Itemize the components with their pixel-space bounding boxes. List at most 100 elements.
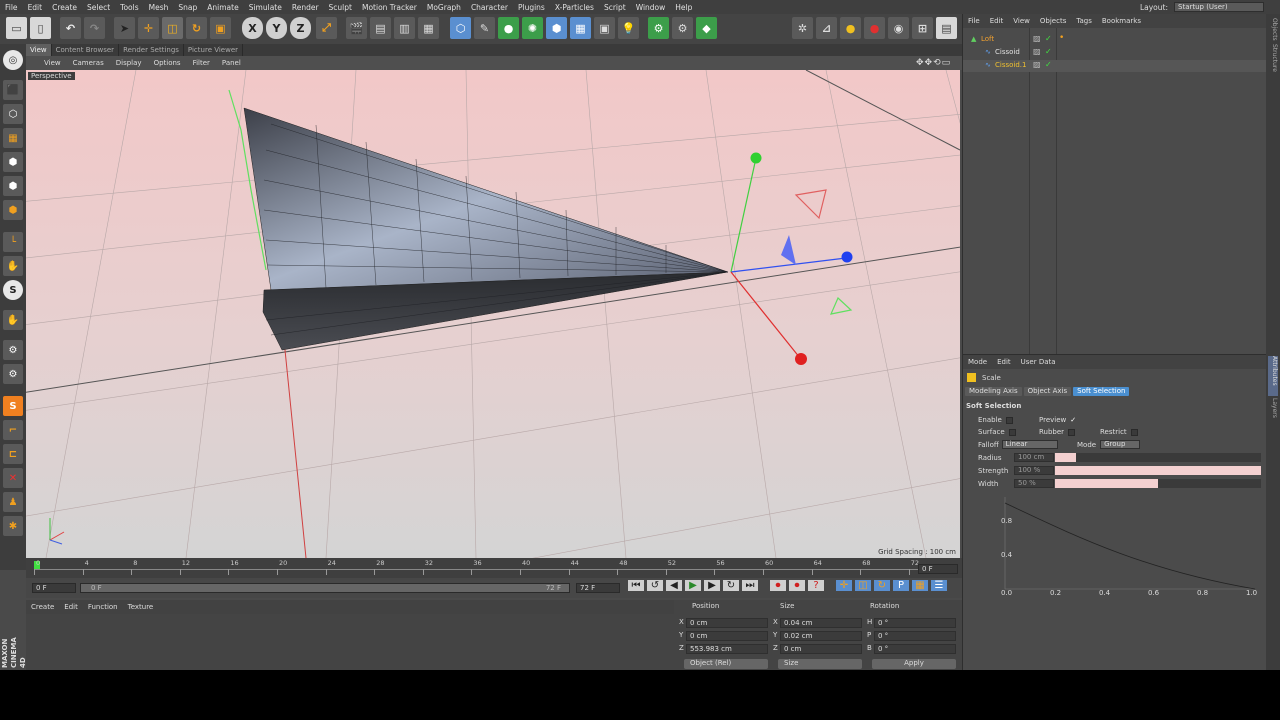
object-name[interactable]: Loft [981, 35, 994, 43]
viewport-menu-cameras[interactable]: Cameras [67, 59, 110, 67]
animation-mode-icon[interactable]: ⚙ [3, 364, 23, 384]
layout-select[interactable]: Startup (User) [1174, 2, 1264, 12]
tag-icon[interactable]: • [1059, 33, 1064, 43]
coord-size-x-field[interactable]: 0.04 cm [780, 618, 862, 628]
strength-slider[interactable] [1055, 466, 1261, 475]
make-editable-icon[interactable]: ◎ [3, 50, 23, 70]
live-select-icon[interactable]: ▣ [210, 17, 231, 39]
object-row[interactable]: ∿ Cissoid ▨ ✓ [963, 47, 1267, 59]
camera-icon[interactable]: ▣ [594, 17, 615, 39]
coord-size-z-field[interactable]: 0 cm [780, 644, 862, 654]
layout-switch-icon[interactable]: ▤ [936, 17, 957, 39]
menu-file[interactable]: File [0, 3, 23, 12]
visibility-icon[interactable]: ▨ [1033, 47, 1041, 56]
edges-mode-icon[interactable]: ⬢ [3, 176, 23, 196]
object-menu-objects[interactable]: Objects [1035, 17, 1071, 25]
tab-picture-viewer[interactable]: Picture Viewer [184, 44, 244, 56]
menu-window[interactable]: Window [631, 3, 671, 12]
object-name[interactable]: Cissoid.1 [995, 61, 1026, 69]
snap-icon[interactable]: ✲ [792, 17, 813, 39]
coord-position-z-field[interactable]: 553.983 cm [686, 644, 768, 654]
menu-render[interactable]: Render [287, 3, 324, 12]
polygons-mode-icon[interactable]: ⬢ [3, 200, 23, 220]
enable-checkbox[interactable] [1005, 416, 1013, 424]
object-menu-file[interactable]: File [963, 17, 985, 25]
menu-character[interactable]: Character [466, 3, 513, 12]
coord-position-y-field[interactable]: 0 cm [686, 631, 768, 641]
viewport-menu-options[interactable]: Options [148, 59, 187, 67]
timeline-layout-icon[interactable]: ☰ [931, 580, 947, 591]
menu-mesh[interactable]: Mesh [144, 3, 174, 12]
array-generator-icon[interactable]: ✺ [522, 17, 543, 39]
attr-menu-user-data[interactable]: User Data [1016, 358, 1061, 366]
object-menu-bookmarks[interactable]: Bookmarks [1097, 17, 1146, 25]
attr-tab-object-axis[interactable]: Object Axis [1023, 387, 1072, 396]
enable-check-icon[interactable]: ✓ [1045, 47, 1052, 56]
viewport-solo-icon[interactable]: ⌐ [3, 420, 23, 440]
solo-mode-icon[interactable]: S [3, 396, 23, 416]
structure-tab[interactable]: Structure [1268, 44, 1278, 104]
visibility-icon[interactable]: ▨ [1033, 60, 1041, 69]
enable-check-icon[interactable]: ✓ [1045, 60, 1052, 69]
coord-size-y-field[interactable]: 0.02 cm [780, 631, 862, 641]
record-key-icon[interactable]: ⏺ [770, 580, 786, 591]
end-frame-field[interactable]: 72 F [576, 583, 620, 593]
scale-tool-icon[interactable]: ◫ [162, 17, 183, 39]
key-scale-icon[interactable]: ◫ [855, 580, 871, 591]
apply-button[interactable]: Apply [872, 659, 956, 669]
figure-icon[interactable]: ✱ [3, 516, 23, 536]
menu-script[interactable]: Script [599, 3, 631, 12]
xpresso-icon[interactable]: ● [840, 17, 861, 39]
pen-spline-icon[interactable]: ✎ [474, 17, 495, 39]
attr-menu-mode[interactable]: Mode [963, 358, 992, 366]
deformer-icon[interactable]: ⬢ [546, 17, 567, 39]
object-row[interactable]: ∿ Cissoid.1 ▨ ✓ [963, 60, 1267, 72]
previous-frame-icon[interactable]: ◀ [666, 580, 682, 591]
menu-x-particles[interactable]: X-Particles [550, 3, 599, 12]
menu-sculpt[interactable]: Sculpt [324, 3, 357, 12]
coord-mode-select[interactable]: Object (Rel) [684, 659, 768, 669]
viewport-nav-icons[interactable]: ✥✥⟲▭ [916, 58, 951, 68]
material-menu-function[interactable]: Function [83, 603, 123, 611]
menu-snap[interactable]: Snap [173, 3, 202, 12]
width-slider[interactable] [1055, 479, 1261, 488]
select-tool-icon[interactable]: ➤ [114, 17, 135, 39]
python-icon[interactable]: ◉ [888, 17, 909, 39]
attributes-tab[interactable]: Attributes [1268, 356, 1278, 396]
play-icon[interactable]: ▶ [685, 580, 701, 591]
3d-viewport[interactable]: Perspective Grid Spacing : 100 cm [26, 70, 960, 558]
redo-icon[interactable]: ↷ [84, 17, 105, 39]
next-frame-icon[interactable]: ▶ [704, 580, 720, 591]
strength-field[interactable]: 100 % [1014, 466, 1054, 475]
radius-field[interactable]: 100 cm [1014, 453, 1054, 462]
workplane-icon[interactable]: ⊿ [816, 17, 837, 39]
falloff-select[interactable]: Linear [1001, 440, 1058, 449]
material-menu-create[interactable]: Create [26, 603, 59, 611]
preview-checkbox[interactable]: ✓ [1070, 416, 1076, 424]
x-axis-lock-button[interactable]: X [242, 17, 263, 39]
z-axis-handle[interactable] [841, 251, 853, 263]
menu-mograph[interactable]: MoGraph [422, 3, 466, 12]
material-menu-texture[interactable]: Texture [123, 603, 159, 611]
go-to-start-icon[interactable]: ⏮ [628, 580, 644, 591]
object-name[interactable]: Cissoid [995, 48, 1020, 56]
render-queue-icon[interactable]: ▦ [418, 17, 439, 39]
menu-animate[interactable]: Animate [202, 3, 243, 12]
coord-size-mode-select[interactable]: Size [778, 659, 862, 669]
menu-edit[interactable]: Edit [23, 3, 48, 12]
subdivision-icon[interactable]: ● [498, 17, 519, 39]
character-icon[interactable]: ♟ [3, 492, 23, 512]
keyframe-selection-icon[interactable]: ? [808, 580, 824, 591]
coord-position-x-field[interactable]: 0 cm [686, 618, 768, 628]
key-position-icon[interactable]: ✛ [836, 580, 852, 591]
tab-render-settings[interactable]: Render Settings [119, 44, 184, 56]
visibility-icon[interactable]: ▨ [1033, 34, 1041, 43]
mode-select[interactable]: Group [1100, 440, 1141, 449]
menu-motion-tracker[interactable]: Motion Tracker [357, 3, 422, 12]
menu-plugins[interactable]: Plugins [513, 3, 550, 12]
model-mode-icon[interactable]: ⬛ [3, 80, 23, 100]
next-keyframe-icon[interactable]: ↻ [723, 580, 739, 591]
rubber-checkbox[interactable] [1068, 428, 1076, 436]
menu-create[interactable]: Create [47, 3, 82, 12]
timeline-ruler[interactable]: 0 4 8 12 16 20 24 28 32 36 40 44 48 52 56 60 64 68 72 0 F [26, 558, 962, 578]
